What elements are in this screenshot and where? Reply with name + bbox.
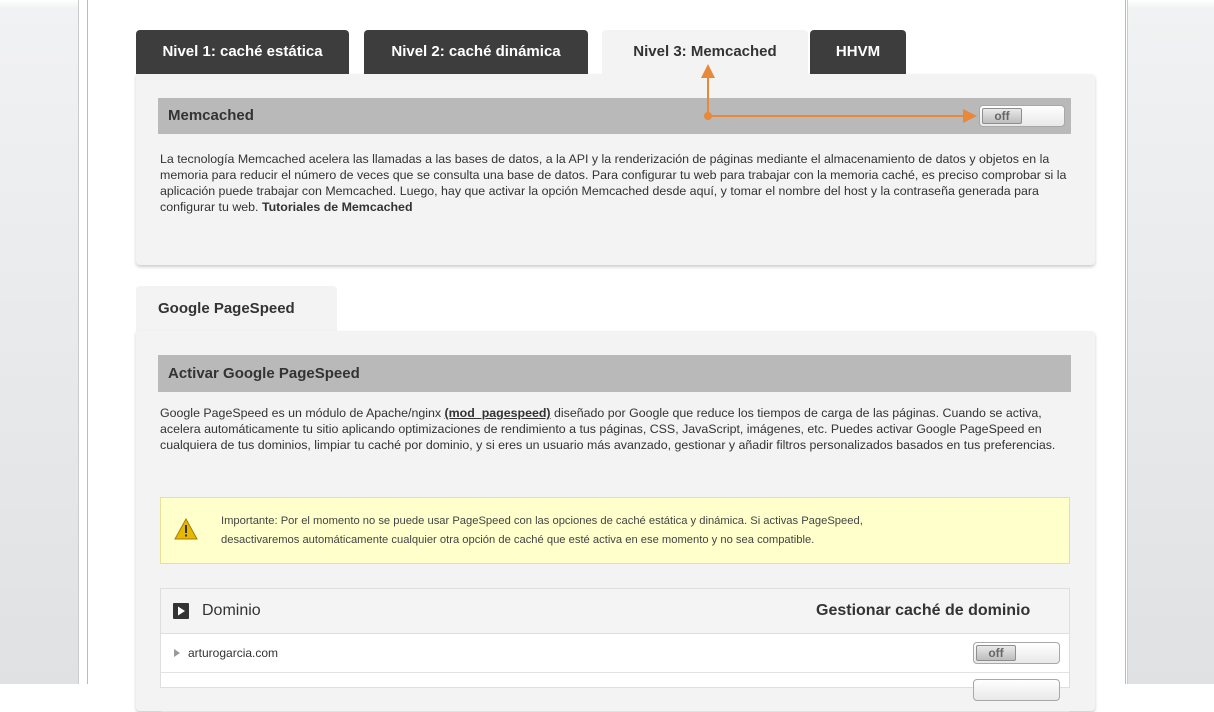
frame-border-left — [87, 0, 88, 684]
warning-icon — [174, 518, 198, 540]
table-row[interactable] — [161, 673, 1069, 712]
memcached-toggle[interactable]: off — [979, 105, 1065, 127]
domain-toggle-knob: off — [976, 645, 1016, 661]
annotation-arrows — [701, 64, 977, 123]
warning-text: Importante: Por el momento no se puede u… — [221, 515, 863, 546]
pagespeed-warning: Importante: Por el momento no se puede u… — [160, 497, 1070, 564]
domain-table-header: Dominio Gestionar caché de dominio — [161, 589, 1069, 634]
tab-google-pagespeed[interactable]: Google PageSpeed — [136, 286, 337, 332]
right-gutter — [1127, 0, 1214, 684]
domain-cache-toggle[interactable]: off — [973, 642, 1060, 664]
left-gutter — [0, 0, 79, 684]
table-row[interactable]: arturogarcia.com off — [161, 634, 1069, 673]
tab-nivel-1[interactable]: Nivel 1: caché estática — [136, 30, 349, 74]
expand-all-icon[interactable] — [173, 603, 189, 619]
row-expand-icon[interactable] — [173, 648, 181, 658]
memcached-description: La tecnología Memcached acelera las llam… — [160, 152, 1067, 214]
domain-name: arturogarcia.com — [188, 646, 279, 660]
tab-nivel-2[interactable]: Nivel 2: caché dinámica — [364, 30, 588, 74]
memcached-title: Memcached — [168, 107, 254, 124]
arrow-right-icon — [963, 109, 977, 123]
column-domain: Dominio — [202, 602, 261, 619]
pagespeed-description: Google PageSpeed es un módulo de Apache/… — [160, 406, 1056, 452]
pagespeed-title-bar: Activar Google PageSpeed — [158, 355, 1071, 392]
memcached-tutorials-link[interactable]: Tutoriales de Memcached — [262, 200, 413, 214]
domain-cache-toggle-2[interactable] — [973, 679, 1060, 701]
domain-table: Dominio Gestionar caché de dominio artur… — [160, 588, 1070, 712]
arrow-up-icon — [701, 64, 715, 78]
mod-pagespeed-link[interactable]: (mod_pagespeed) — [445, 406, 551, 420]
column-manage-cache: Gestionar caché de dominio — [816, 602, 1031, 619]
frame-border-right — [1125, 0, 1126, 684]
pagespeed-title: Activar Google PageSpeed — [168, 365, 360, 382]
